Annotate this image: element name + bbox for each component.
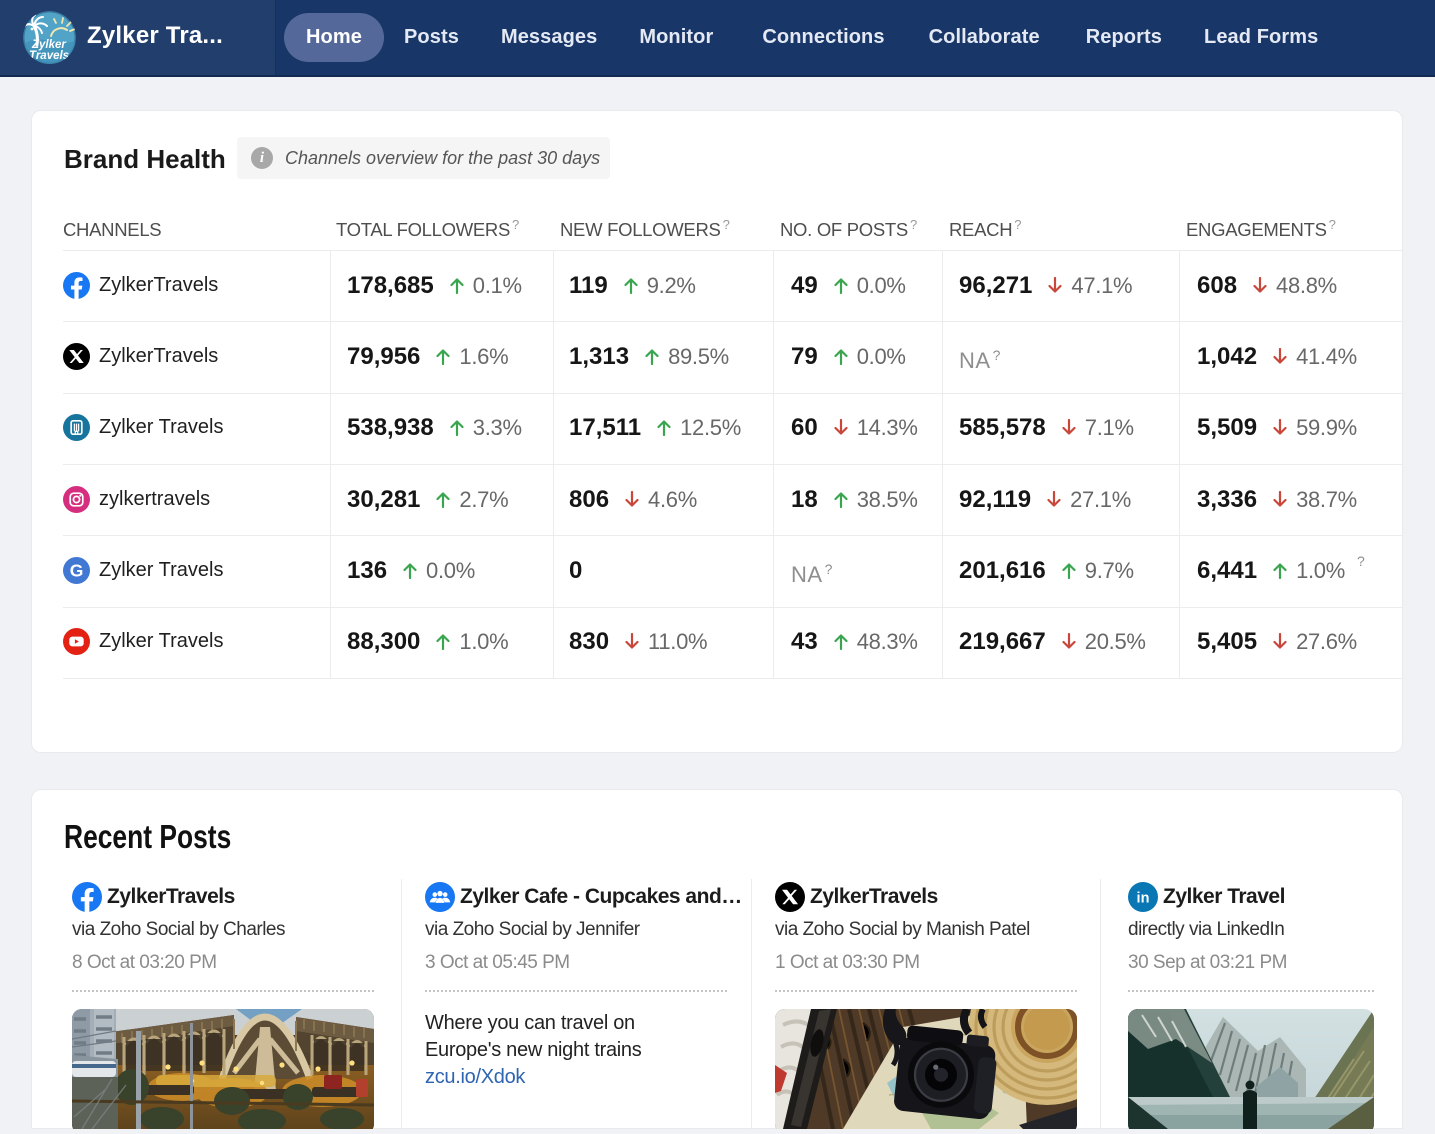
svg-text:in: in [1137,891,1150,907]
svg-text:Travels: Travels [29,50,69,62]
svg-text:G: G [70,561,84,581]
